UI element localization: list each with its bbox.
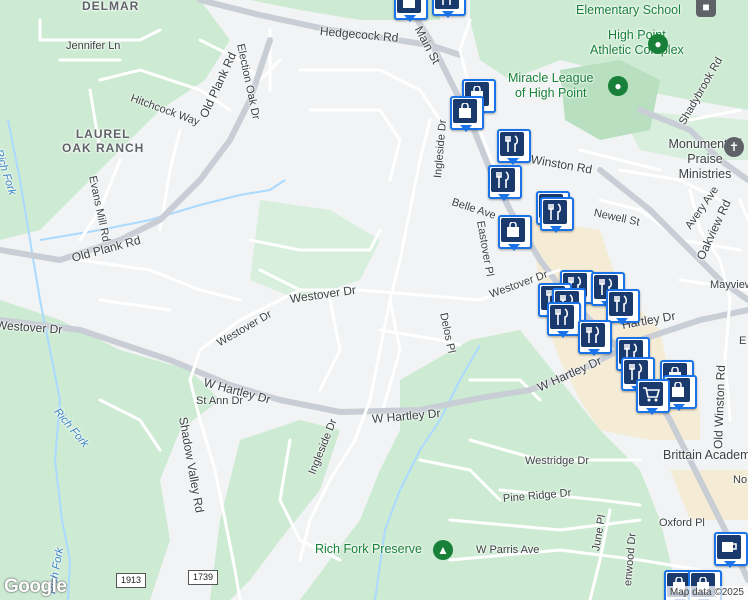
- marker-shopping[interactable]: [394, 0, 428, 22]
- park-icon[interactable]: ▲: [433, 540, 453, 560]
- poi-label-brittain-academy[interactable]: Brittain Academ: [663, 448, 748, 462]
- church-icon[interactable]: ✝: [724, 137, 744, 157]
- shopping-bag-icon: [453, 99, 477, 123]
- marker-restaurant[interactable]: [547, 302, 581, 338]
- fork-knife-icon: [500, 132, 524, 156]
- marker-shopping[interactable]: [450, 96, 484, 132]
- coffee-cup-icon: [717, 535, 741, 559]
- shopping-cart-icon: [639, 382, 663, 406]
- map-attribution[interactable]: Map data ©2025: [665, 586, 748, 600]
- shopping-bag-icon: [501, 218, 525, 242]
- marker-cafe[interactable]: [714, 532, 748, 568]
- street-label-mayview: Mayview: [710, 279, 748, 291]
- sports-icon[interactable]: ●: [648, 34, 668, 54]
- fork-knife-icon: [543, 200, 567, 224]
- fork-knife-icon: [435, 0, 459, 9]
- fork-knife-icon: [550, 305, 574, 329]
- marker-restaurant[interactable]: [497, 129, 531, 165]
- map-canvas[interactable]: DELMAR LAUREL OAK RANCH Hedgecock Rd Mai…: [0, 0, 748, 600]
- marker-restaurant[interactable]: [432, 0, 466, 18]
- poi-label-miracle-league[interactable]: Miracle League of High Point: [508, 71, 593, 101]
- shopping-bag-icon: [397, 0, 421, 13]
- marker-restaurant[interactable]: [578, 320, 612, 356]
- school-icon[interactable]: ■: [696, 0, 716, 17]
- poi-label-rich-fork-preserve[interactable]: Rich Fork Preserve: [315, 542, 422, 556]
- fork-knife-icon: [609, 292, 633, 316]
- street-label-jennifer-ln: Jennifer Ln: [66, 40, 121, 52]
- street-label-no: No: [733, 474, 748, 486]
- street-label-westridge-dr: Westridge Dr: [525, 455, 589, 467]
- area-label-delmar: DELMAR: [82, 0, 140, 13]
- marker-restaurant[interactable]: [540, 197, 574, 233]
- fork-knife-icon: [491, 168, 515, 192]
- street-label-oxford-pl: Oxford Pl: [659, 517, 705, 529]
- poi-label-athletic-complex[interactable]: High Point Athletic Complex: [590, 28, 684, 58]
- route-shield-1739: 1739: [188, 570, 218, 585]
- poi-label-elementary-school[interactable]: Elementary School: [576, 3, 681, 17]
- street-label-w-parris-ave: W Parris Ave: [476, 544, 540, 556]
- sports-icon[interactable]: ●: [608, 76, 628, 96]
- street-label-old-winston-rd: Old Winston Rd: [711, 364, 728, 450]
- route-shield-1913: 1913: [116, 573, 146, 588]
- google-logo: Google: [4, 576, 67, 597]
- street-label-e: E: [739, 335, 747, 347]
- marker-restaurant[interactable]: [488, 165, 522, 201]
- marker-grocery[interactable]: [636, 379, 670, 415]
- area-label-laurel-oak-ranch: LAUREL OAK RANCH: [62, 127, 145, 155]
- fork-knife-icon: [581, 323, 605, 347]
- marker-shopping[interactable]: [498, 215, 532, 251]
- street-label-st-ann-dr: St Ann Dr: [196, 395, 244, 407]
